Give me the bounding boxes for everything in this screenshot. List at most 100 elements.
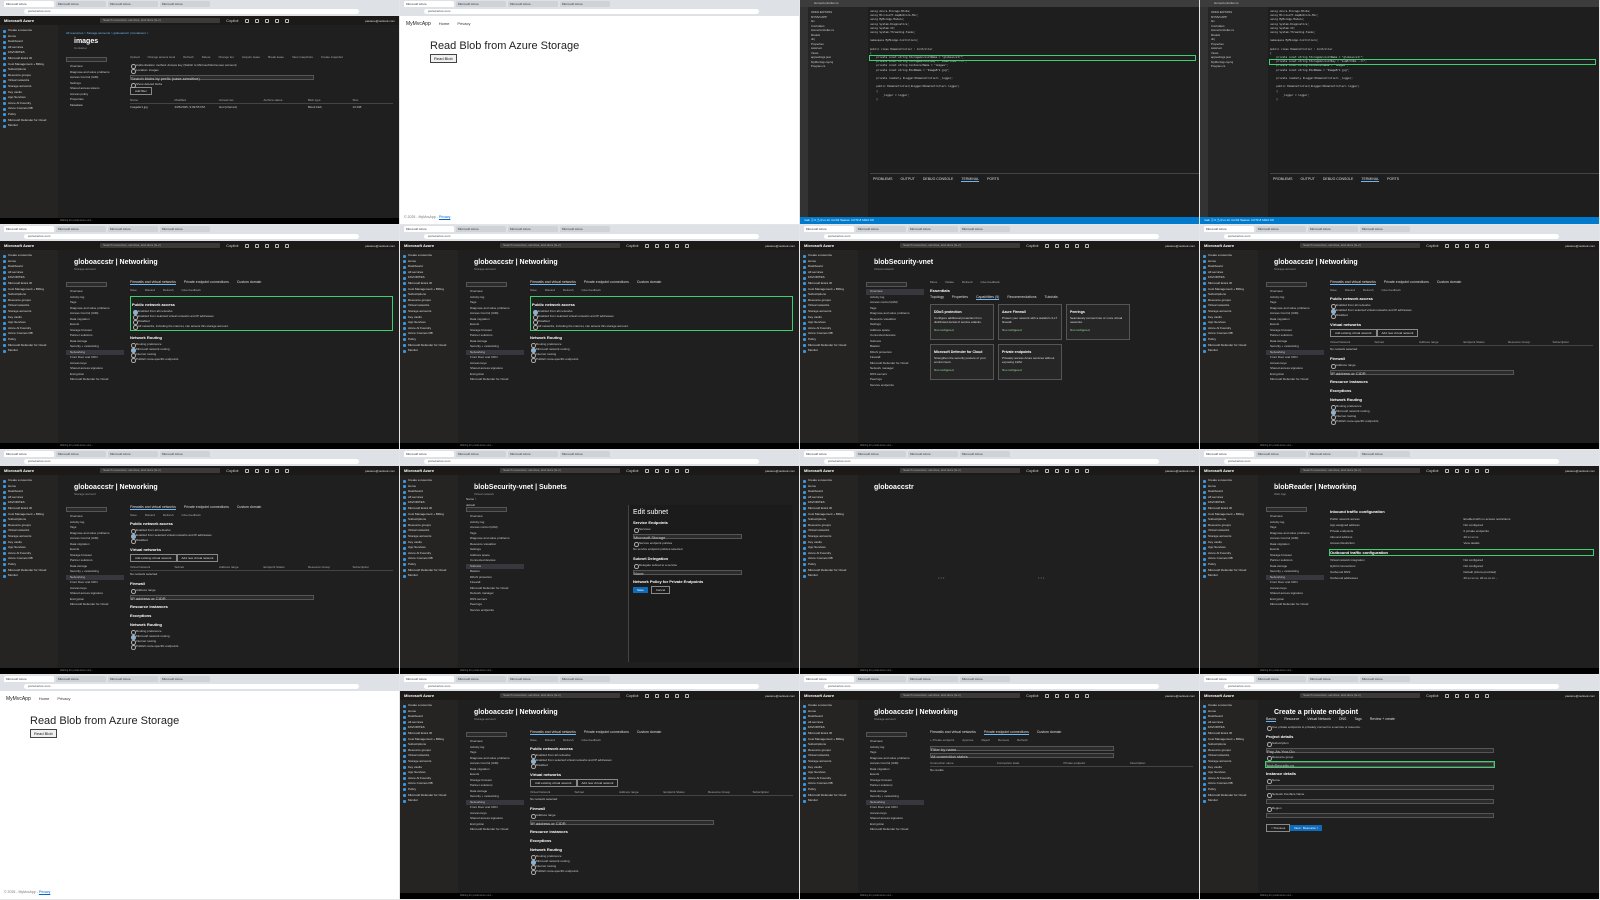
command-button[interactable]: Reject — [981, 738, 990, 742]
topbar-icon[interactable] — [654, 468, 659, 473]
browser-tab[interactable]: Microsoft Azure — [908, 451, 958, 457]
browser-tab[interactable]: Microsoft Azure — [508, 1, 558, 7]
command-button[interactable]: Discard — [145, 513, 155, 517]
topbar-icon[interactable] — [1464, 243, 1469, 248]
column-header[interactable]: Virtual Network — [1330, 340, 1371, 344]
account-menu[interactable]: paulene@outlook.com — [1165, 244, 1195, 248]
account-menu[interactable]: paulene@outlook.com — [365, 244, 395, 248]
column-header[interactable]: Subnet — [1375, 340, 1416, 344]
command-button[interactable]: Save — [530, 738, 537, 742]
azure-brand[interactable]: Microsoft Azure — [4, 468, 34, 473]
overview-tab[interactable]: Properties — [952, 295, 968, 300]
subscription-select[interactable]: Pay-As-You-Go — [1266, 748, 1494, 754]
topbar-icon[interactable] — [1064, 468, 1069, 473]
global-search-input[interactable]: Search resources, services, and docs (G+… — [500, 693, 621, 698]
address-bar[interactable]: portal.azure.com — [24, 684, 359, 689]
panel-tab[interactable]: PORTS — [1387, 177, 1399, 182]
column-header[interactable]: Blob type — [308, 98, 349, 102]
portal-menu-item[interactable]: Monitor — [800, 573, 858, 579]
browser-tab[interactable]: Microsoft Azure — [960, 676, 1010, 682]
blade-menu-item[interactable]: Microsoft Defender for Cloud — [1266, 602, 1324, 608]
browser-tab[interactable]: Microsoft Azure — [1256, 676, 1306, 682]
address-bar[interactable]: portal.azure.com — [424, 9, 759, 14]
blade-menu-item[interactable]: Microsoft Defender for Cloud — [66, 377, 124, 383]
account-menu[interactable]: paulene@outlook.com — [1565, 244, 1595, 248]
account-menu[interactable]: paulene@outlook.com — [1565, 469, 1595, 473]
browser-tab[interactable]: Microsoft Azure — [960, 451, 1010, 457]
global-search-input[interactable]: Search resources, services, and docs (G+… — [500, 243, 621, 248]
topbar-icon[interactable] — [674, 243, 679, 248]
networking-tab[interactable]: Firewalls and virtual networks — [130, 505, 176, 510]
site-brand[interactable]: MyMvcApp — [406, 21, 431, 27]
address-bar[interactable]: portal.azure.com — [824, 684, 1159, 689]
browser-tab[interactable]: Microsoft Azure — [508, 451, 558, 457]
text-input[interactable] — [1266, 799, 1494, 804]
browser-tab[interactable]: Microsoft Azure — [856, 451, 906, 457]
panel-tab[interactable]: DEBUG CONSOLE — [1323, 177, 1354, 182]
topbar-icon[interactable] — [684, 243, 689, 248]
browser-tab[interactable]: Microsoft Azure — [456, 1, 506, 7]
portal-menu-item[interactable]: Monitor — [0, 573, 58, 579]
networking-tab[interactable]: Private endpoint connections — [1384, 280, 1429, 285]
topbar-icon[interactable] — [284, 468, 289, 473]
browser-tab[interactable]: Microsoft Azure — [560, 226, 610, 232]
blade-search-input[interactable] — [866, 732, 907, 737]
code-editor[interactable]: using Azure.Storage.Blobs; using Microsof… — [1269, 10, 1596, 174]
azure-brand[interactable]: Microsoft Azure — [404, 693, 434, 698]
topbar-icon[interactable] — [644, 693, 649, 698]
overview-tab[interactable]: Recommendations — [1007, 295, 1036, 300]
wizard-step[interactable]: DNS — [1339, 717, 1346, 722]
azure-brand[interactable]: Microsoft Azure — [804, 468, 834, 473]
ip-input[interactable]: IP address or CIDR — [1330, 370, 1515, 376]
copilot-button[interactable]: Copilot — [1026, 693, 1038, 698]
privacy-link[interactable]: Privacy — [439, 215, 450, 219]
overview-tab[interactable]: Topology — [930, 295, 944, 300]
column-header[interactable]: Connection name — [930, 761, 993, 765]
breadcrumb[interactable]: All resources > Storage accounts > globo… — [66, 31, 391, 35]
topbar-icon[interactable] — [1054, 468, 1059, 473]
browser-tab[interactable]: Microsoft Azure — [160, 451, 210, 457]
topbar-icon[interactable] — [674, 468, 679, 473]
setting-value-link[interactable]: 20.xx.xx.xx — [1464, 535, 1594, 539]
azure-brand[interactable]: Microsoft Azure — [404, 468, 434, 473]
browser-tab[interactable]: Microsoft Azure — [56, 1, 106, 7]
command-button[interactable]: Acquire lease — [242, 55, 260, 59]
services-select[interactable]: Microsoft.Storage — [633, 534, 743, 540]
copilot-button[interactable]: Copilot — [1426, 693, 1438, 698]
blade-search-input[interactable] — [66, 57, 107, 62]
setting-value-link[interactable]: View details — [1464, 541, 1594, 545]
command-button[interactable]: Refresh — [1363, 288, 1374, 292]
topbar-icon[interactable] — [1484, 693, 1489, 698]
account-menu[interactable]: paulene@outlook.com — [765, 469, 795, 473]
column-header[interactable]: Subscription — [753, 790, 794, 794]
column-header[interactable]: Address range — [619, 790, 660, 794]
command-button[interactable]: Discard — [145, 288, 155, 292]
topbar-icon[interactable] — [274, 243, 279, 248]
browser-tab[interactable]: Microsoft Azure — [1256, 226, 1306, 232]
command-button[interactable]: Refresh — [163, 288, 174, 292]
browser-tab[interactable]: Microsoft Azure — [108, 676, 158, 682]
command-button[interactable]: Refresh — [183, 55, 194, 59]
column-header[interactable]: Subscription — [353, 565, 394, 569]
topbar-icon[interactable] — [664, 693, 669, 698]
topbar-icon[interactable] — [274, 468, 279, 473]
networking-tab[interactable]: Private endpoint connections — [184, 505, 229, 510]
networking-tab[interactable]: Firewalls and virtual networks — [1330, 280, 1376, 285]
setting-value-link[interactable]: 0 private endpoints — [1464, 529, 1594, 533]
topbar-icon[interactable] — [254, 468, 259, 473]
networking-tab[interactable]: Firewalls and virtual networks — [930, 730, 976, 735]
read-blob-button[interactable]: Read Blob — [430, 54, 457, 63]
capability-card[interactable]: Microsoft Defender for Cloud Strengthen t… — [930, 344, 994, 380]
column-header[interactable]: Name — [130, 98, 171, 102]
next-button[interactable]: Next : Resource > — [1290, 825, 1323, 831]
copilot-button[interactable]: Copilot — [626, 468, 638, 473]
blade-menu-item[interactable]: Metadata — [66, 103, 124, 109]
browser-tab[interactable]: Microsoft Azure — [560, 1, 610, 7]
column-header[interactable]: Endpoint Status — [264, 565, 305, 569]
browser-tab[interactable]: Microsoft Azure — [856, 226, 906, 232]
panel-tab[interactable]: PROBLEMS — [873, 177, 892, 182]
code-editor[interactable]: using Azure.Storage.Blobs; using Microsof… — [869, 10, 1196, 174]
add-new-vnet-button[interactable]: Add new virtual network — [176, 554, 219, 562]
browser-tab[interactable]: Microsoft Azure — [960, 226, 1010, 232]
setting-value-link[interactable]: Not configured — [1464, 523, 1594, 527]
